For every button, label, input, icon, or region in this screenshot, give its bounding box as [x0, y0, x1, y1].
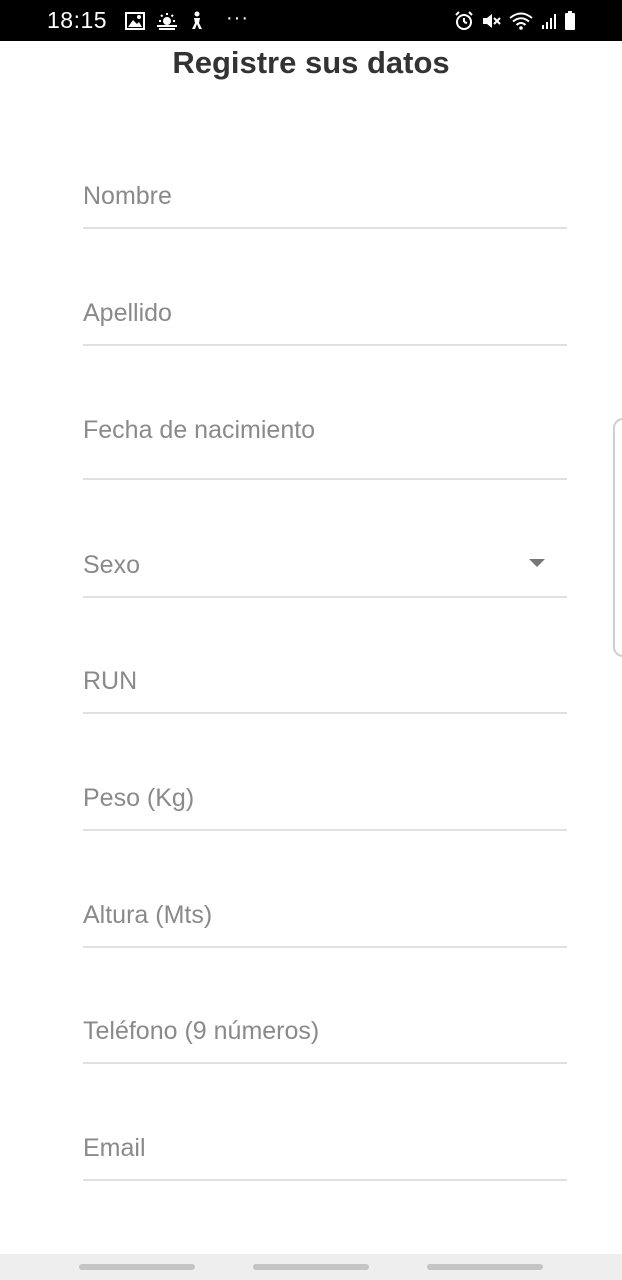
run-field[interactable]: RUN — [83, 655, 567, 714]
accessibility-icon — [189, 11, 205, 31]
alarm-icon — [454, 11, 474, 31]
back-button[interactable] — [427, 1264, 543, 1270]
email-field[interactable]: Email — [83, 1122, 567, 1181]
dropdown-arrow-icon[interactable] — [529, 559, 545, 567]
edge-panel-handle[interactable] — [613, 418, 622, 657]
peso-field[interactable]: Peso (Kg) — [83, 772, 567, 831]
fecha-nacimiento-field[interactable]: Fecha de nacimiento — [83, 404, 567, 480]
sexo-select[interactable]: Sexo — [83, 538, 567, 598]
status-bar: 18:15 ··· — [0, 0, 622, 41]
recent-apps-button[interactable] — [79, 1264, 195, 1270]
telefono-field[interactable]: Teléfono (9 números) — [83, 1005, 567, 1064]
field-placeholder: Teléfono (9 números) — [83, 1017, 320, 1045]
field-placeholder: Apellido — [83, 299, 172, 327]
field-placeholder: RUN — [83, 667, 138, 695]
status-left-icons: ··· — [125, 8, 249, 34]
status-time: 18:15 — [47, 7, 108, 33]
altura-field[interactable]: Altura (Mts) — [83, 889, 567, 948]
field-placeholder: Email — [83, 1134, 146, 1162]
image-icon — [125, 12, 145, 30]
mute-icon — [481, 11, 501, 31]
field-placeholder: Altura (Mts) — [83, 901, 213, 929]
battery-icon — [564, 11, 576, 31]
field-placeholder: Peso (Kg) — [83, 784, 195, 812]
navigation-bar — [0, 1254, 622, 1280]
field-placeholder: Sexo — [83, 551, 140, 579]
page-title: Registre sus datos — [172, 45, 450, 80]
status-right-icons — [454, 8, 576, 34]
weather-icon — [156, 12, 178, 30]
apellido-field[interactable]: Apellido — [83, 287, 567, 346]
nombre-field[interactable]: Nombre — [83, 170, 567, 229]
field-placeholder: Fecha de nacimiento — [83, 416, 316, 444]
wifi-icon — [508, 11, 534, 31]
field-placeholder: Nombre — [83, 182, 172, 210]
more-notifications-icon: ··· — [226, 7, 249, 29]
signal-icon — [541, 12, 557, 30]
home-button[interactable] — [253, 1264, 369, 1270]
